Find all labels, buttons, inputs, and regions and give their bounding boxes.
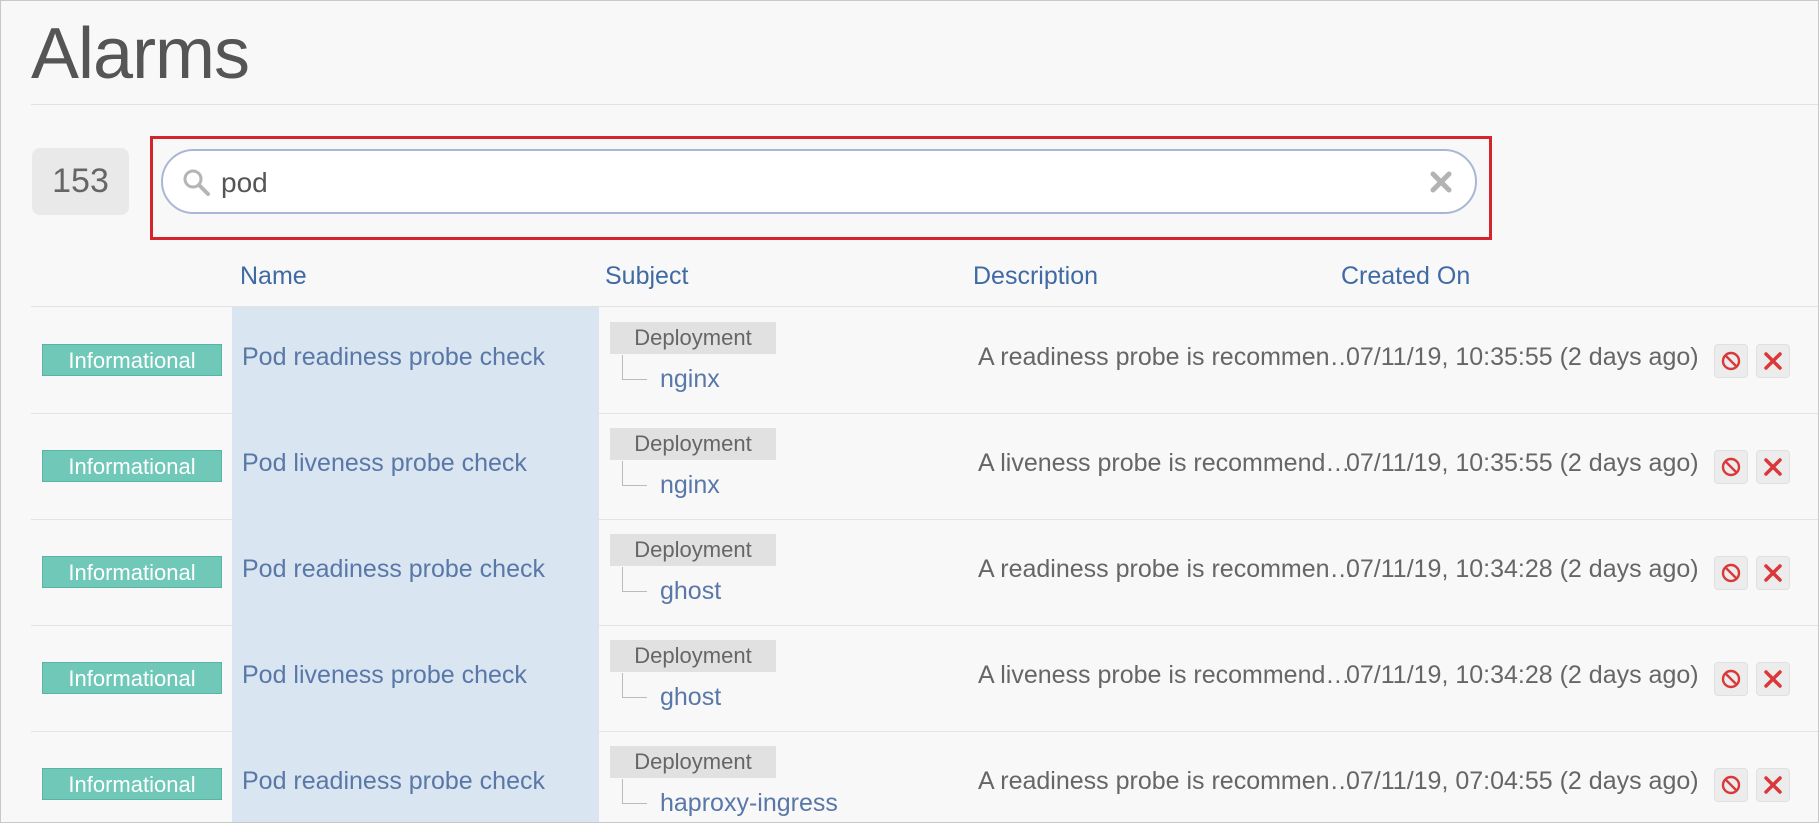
close-icon[interactable] xyxy=(1427,168,1455,196)
column-header-created-on[interactable]: Created On xyxy=(1341,259,1470,293)
ignore-button[interactable] xyxy=(1714,556,1748,590)
name-cell: Pod readiness probe check xyxy=(232,731,599,822)
subject-name-link[interactable]: haproxy-ingress xyxy=(660,789,838,818)
alarm-name-link[interactable]: Pod readiness probe check xyxy=(242,767,545,796)
delete-button[interactable] xyxy=(1756,344,1790,378)
table-row: Informational Pod liveness probe check D… xyxy=(31,413,1818,520)
subject-name-link[interactable]: ghost xyxy=(660,577,721,606)
name-cell: Pod liveness probe check xyxy=(232,625,599,731)
alarm-name-link[interactable]: Pod readiness probe check xyxy=(242,555,545,584)
ignore-button[interactable] xyxy=(1714,450,1748,484)
subject-type-badge: Deployment xyxy=(610,746,776,778)
alarms-page: Alarms 153 Name Subject Description Crea… xyxy=(0,0,1819,823)
page-title: Alarms xyxy=(31,14,250,94)
column-header-description[interactable]: Description xyxy=(973,259,1098,293)
severity-badge: Informational xyxy=(42,344,222,376)
subject-name-link[interactable]: nginx xyxy=(660,365,720,394)
created-on: 07/11/19, 10:35:55 (2 days ago) xyxy=(1346,449,1699,477)
ignore-button[interactable] xyxy=(1714,768,1748,802)
subject-name-link[interactable]: nginx xyxy=(660,471,720,500)
x-icon xyxy=(1764,776,1782,794)
name-cell: Pod liveness probe check xyxy=(232,413,599,519)
table-row: Informational Pod readiness probe check … xyxy=(31,731,1818,822)
severity-badge: Informational xyxy=(42,662,222,694)
subject-name-link[interactable]: ghost xyxy=(660,683,721,712)
created-on: 07/11/19, 10:34:28 (2 days ago) xyxy=(1346,661,1699,689)
subject-type-badge: Deployment xyxy=(610,428,776,460)
severity-badge: Informational xyxy=(42,556,222,588)
alarm-description: A readiness probe is recommended to ensu… xyxy=(978,767,1358,795)
ban-icon xyxy=(1721,563,1741,583)
table-row: Informational Pod readiness probe check … xyxy=(31,519,1818,626)
severity-badge: Informational xyxy=(42,768,222,800)
x-icon xyxy=(1764,352,1782,370)
column-header-name[interactable]: Name xyxy=(240,259,307,293)
created-on: 07/11/19, 07:04:55 (2 days ago) xyxy=(1346,767,1699,795)
name-cell: Pod readiness probe check xyxy=(232,307,599,413)
delete-button[interactable] xyxy=(1756,556,1790,590)
delete-button[interactable] xyxy=(1756,450,1790,484)
ban-icon xyxy=(1721,775,1741,795)
created-on: 07/11/19, 10:34:28 (2 days ago) xyxy=(1346,555,1699,583)
title-divider xyxy=(31,104,1818,105)
ban-icon xyxy=(1721,351,1741,371)
tree-connector xyxy=(622,355,647,380)
search-input[interactable] xyxy=(219,159,1373,206)
column-header-subject[interactable]: Subject xyxy=(605,259,688,293)
ban-icon xyxy=(1721,669,1741,689)
x-icon xyxy=(1764,458,1782,476)
search-box xyxy=(161,149,1477,214)
ban-icon xyxy=(1721,457,1741,477)
severity-badge: Informational xyxy=(42,450,222,482)
alarm-name-link[interactable]: Pod liveness probe check xyxy=(242,449,527,478)
ignore-button[interactable] xyxy=(1714,344,1748,378)
subject-type-badge: Deployment xyxy=(610,640,776,672)
table-row: Informational Pod readiness probe check … xyxy=(31,307,1818,414)
delete-button[interactable] xyxy=(1756,768,1790,802)
alarm-description: A readiness probe is recommended to ensu… xyxy=(978,555,1358,583)
table-row: Informational Pod liveness probe check D… xyxy=(31,625,1818,732)
name-cell: Pod readiness probe check xyxy=(232,519,599,625)
tree-connector xyxy=(622,567,647,592)
tree-connector xyxy=(622,461,647,486)
ignore-button[interactable] xyxy=(1714,662,1748,696)
x-icon xyxy=(1764,564,1782,582)
alarm-count-badge: 153 xyxy=(32,148,129,215)
tree-connector xyxy=(622,673,647,698)
alarm-name-link[interactable]: Pod readiness probe check xyxy=(242,343,545,372)
x-icon xyxy=(1764,670,1782,688)
alarm-name-link[interactable]: Pod liveness probe check xyxy=(242,661,527,690)
alarm-description: A liveness probe is recommended to ensur… xyxy=(978,449,1358,477)
subject-type-badge: Deployment xyxy=(610,534,776,566)
search-icon xyxy=(183,169,210,196)
subject-type-badge: Deployment xyxy=(610,322,776,354)
alarm-description: A readiness probe is recommended to ensu… xyxy=(978,343,1358,371)
delete-button[interactable] xyxy=(1756,662,1790,696)
tree-connector xyxy=(622,779,647,804)
created-on: 07/11/19, 10:35:55 (2 days ago) xyxy=(1346,343,1699,371)
alarm-description: A liveness probe is recommended to ensur… xyxy=(978,661,1358,689)
